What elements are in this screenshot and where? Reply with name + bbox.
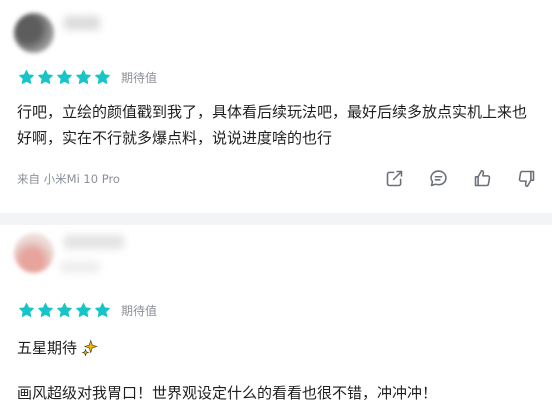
username-redacted: [60, 261, 100, 273]
like-button[interactable]: [470, 166, 494, 190]
username-redacted: [64, 16, 100, 30]
sparkle-icon: [81, 339, 99, 357]
rating-label: 期待值: [121, 71, 158, 85]
star-icon: [18, 302, 35, 319]
share-icon: [386, 170, 402, 186]
star-icon: [75, 302, 92, 319]
rating-label: 期待值: [121, 304, 158, 318]
star-icon: [75, 69, 92, 86]
review-text: 五星期待: [17, 339, 78, 357]
star-icon: [56, 302, 73, 319]
review-card: 期待值 行吧，立绘的颜值戳到我了，具体看后续玩法吧，最好后续多放点实机上来也好啊…: [0, 0, 552, 213]
separator: [0, 213, 552, 225]
comment-button[interactable]: [426, 166, 450, 190]
dislike-icon: [518, 170, 534, 187]
rating: 期待值: [18, 69, 157, 86]
avatar[interactable]: [14, 13, 54, 53]
review-actions: [362, 166, 538, 190]
review-text-line: 五星期待: [17, 337, 99, 358]
review-text: 行吧，立绘的颜值戳到我了，具体看后续玩法吧，最好后续多放点实机上来也好啊，实在不…: [17, 103, 528, 147]
username-redacted: [64, 235, 124, 249]
dislike-button[interactable]: [514, 166, 538, 190]
star-icon: [37, 69, 54, 86]
star-icon: [37, 302, 54, 319]
review-text: 画风超级对我胃口！世界观设定什么的看看也很不错，冲冲冲！: [17, 384, 438, 402]
rating: 期待值: [18, 302, 157, 319]
device-info: 来自 小米Mi 10 Pro: [17, 172, 120, 186]
star-icon: [94, 302, 111, 319]
review-card: 期待值 五星期待 画风超级对我胃口！世界观设定什么的看看也很不错，冲冲冲！: [0, 225, 552, 411]
star-icon: [94, 69, 111, 86]
avatar[interactable]: [14, 233, 54, 273]
comment-icon: [429, 169, 447, 186]
share-button[interactable]: [382, 166, 406, 190]
star-icon: [56, 69, 73, 86]
star-icon: [18, 69, 35, 86]
like-icon: [474, 169, 490, 186]
